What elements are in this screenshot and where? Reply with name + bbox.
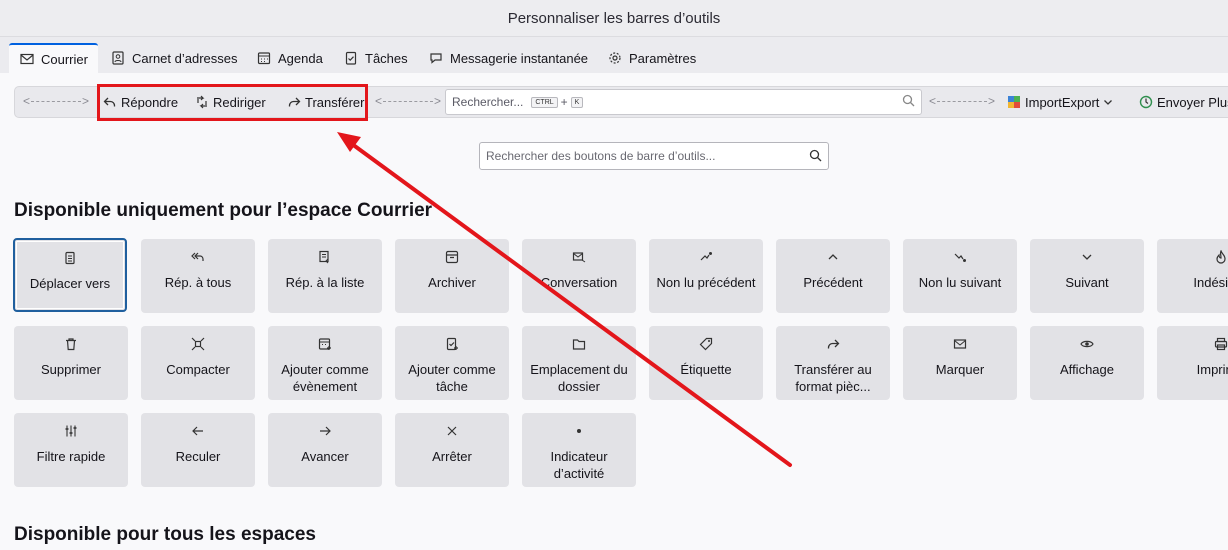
annotation-arrow	[337, 132, 792, 467]
